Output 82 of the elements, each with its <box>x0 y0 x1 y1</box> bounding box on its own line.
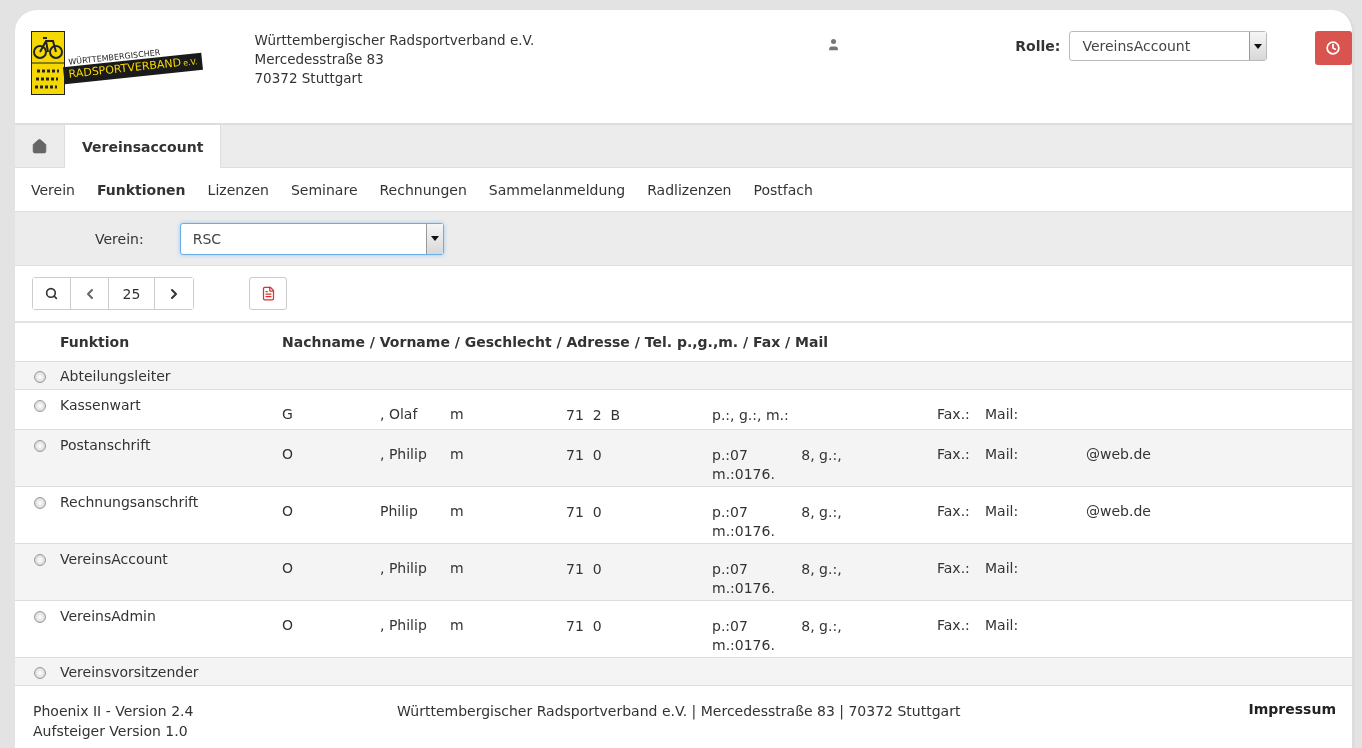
search-button[interactable] <box>33 278 71 309</box>
document-icon <box>260 286 276 301</box>
radio-button[interactable] <box>34 497 46 509</box>
home-icon <box>31 138 48 155</box>
address-cell-text: 71 0 <box>566 560 603 579</box>
surname-cell-text: O <box>282 559 295 576</box>
role-select[interactable]: VereinsAccount <box>1069 31 1267 61</box>
mail-label: Mail: <box>985 559 1020 576</box>
fax-cell-text: Fax.: <box>937 405 971 422</box>
mail-label: Mail: <box>985 616 1020 633</box>
first-name-cell-text: , Philip <box>380 445 428 462</box>
function-cell-text: Postanschrift <box>60 437 152 453</box>
nav-link[interactable]: Funktionen <box>96 181 186 198</box>
nav-link[interactable]: Radlizenzen <box>647 181 732 198</box>
address-cell-text: 71 0 <box>566 617 603 636</box>
radio-button[interactable] <box>34 371 46 383</box>
nav-link[interactable]: Sammelanmeldung <box>488 181 626 198</box>
nav-link[interactable]: Rechnungen <box>379 181 467 198</box>
phone-cell-text: p.:07 8, g.:, m.:0176. <box>712 446 843 484</box>
fax-cell-text: Fax.: <box>937 616 971 633</box>
pdf-button[interactable] <box>249 277 287 310</box>
radio-button[interactable] <box>34 554 46 566</box>
surname-cell-text: O <box>282 502 295 519</box>
search-icon <box>45 287 58 300</box>
nav-link[interactable]: Postfach <box>753 181 813 198</box>
address-cell-text: 71 0 <box>566 446 603 465</box>
phone-cell-text: p.:07 8, g.:, m.:0176. <box>712 503 843 541</box>
phone-cell-text: p.:07 8, g.:, m.:0176. <box>712 617 843 655</box>
radio-button[interactable] <box>34 440 46 452</box>
radio-button[interactable] <box>34 611 46 623</box>
role-label: Rolle: <box>1015 38 1061 54</box>
surname-cell-text: O <box>282 445 295 462</box>
gender-cell-text: m <box>450 405 465 422</box>
surname-cell-text: G <box>282 405 294 422</box>
first-name-cell-text: Philip <box>380 502 419 519</box>
caret-icon <box>1248 32 1266 60</box>
version-text: Phoenix II - Version 2.4 Aufsteiger Version 1.0 <box>33 702 195 741</box>
gender-cell-text: m <box>450 445 465 462</box>
logo-icon <box>31 31 65 95</box>
nav-link[interactable]: Verein <box>31 181 75 198</box>
function-cell-text: Rechnungsanschrift <box>60 494 200 510</box>
logout-button[interactable] <box>1314 31 1352 65</box>
function-cell-text: VereinsAdmin <box>60 608 157 624</box>
footer-address: Württembergischer Radsportverband e.V. | Mercedesstraße 83 | 70372 Stuttgart <box>397 702 962 722</box>
address-cell-text: 71 2 B <box>566 406 622 425</box>
phone-cell-text: p.:, g.:, m.: <box>712 406 790 425</box>
function-cell-text: Vereinsvorsitzender <box>60 664 200 680</box>
clock-icon <box>1326 41 1341 55</box>
imprint-link[interactable]: Impressum <box>1248 701 1336 748</box>
nav-link[interactable]: Seminare <box>290 181 358 198</box>
function-cell-text: Abteilungsleiter <box>60 368 172 384</box>
function-cell-text: VereinsAccount <box>60 551 169 567</box>
nav-link[interactable]: Lizenzen <box>207 181 269 198</box>
function-cell-text: Kassenwart <box>60 397 142 413</box>
filter-label: Verein: <box>95 230 144 247</box>
mail-label: Mail: <box>985 502 1020 519</box>
first-name-cell-text: , Olaf <box>380 405 419 422</box>
gender-cell-text: m <box>450 559 465 576</box>
fax-cell-text: Fax.: <box>937 502 971 519</box>
fax-cell-text: Fax.: <box>937 559 971 576</box>
radio-button[interactable] <box>34 400 46 412</box>
first-name-cell-text: , Philip <box>380 559 428 576</box>
address-cell-text: 71 0 <box>566 503 603 522</box>
address-line: 70372 Stuttgart <box>254 69 364 88</box>
radio-button[interactable] <box>34 667 46 679</box>
gender-cell-text: m <box>450 616 465 633</box>
phone-cell-text: p.:07 8, g.:, m.:0176. <box>712 560 843 598</box>
column-header: Funktion <box>60 334 131 350</box>
column-header: Nachname / Vorname / Geschlecht / Adresse / Tel. p.,g.,m. / Fax / Mail <box>282 334 830 350</box>
fax-cell-text: Fax.: <box>937 445 971 462</box>
caret-icon <box>425 223 443 254</box>
club-select[interactable]: RSC <box>179 222 444 255</box>
address-line: Mercedesstraße 83 <box>254 50 385 69</box>
mail-cell-text: @web.de <box>1086 445 1152 462</box>
address-line: Württembergischer Radsportverband e.V. <box>254 31 535 50</box>
mail-cell-text: @web.de <box>1086 502 1152 519</box>
gender-cell-text: m <box>450 502 465 519</box>
first-name-cell-text: , Philip <box>380 616 428 633</box>
tab[interactable]: Vereinsaccount <box>65 125 222 168</box>
surname-cell-text: O <box>282 616 295 633</box>
mail-label: Mail: <box>985 405 1020 422</box>
mail-label: Mail: <box>985 445 1020 462</box>
